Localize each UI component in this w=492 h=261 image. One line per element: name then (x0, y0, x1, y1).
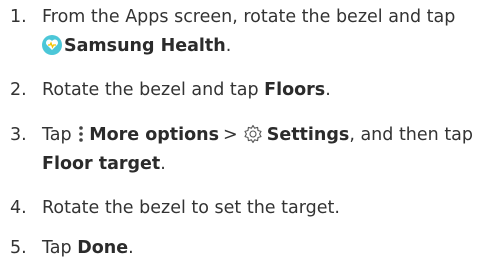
step-text: Tap (42, 238, 78, 258)
step-text: , and then tap (349, 125, 474, 145)
menu-item-name: Settings (266, 125, 350, 145)
step-text: Rotate the bezel to set the target. (42, 198, 340, 218)
step-content: Tap Done. (42, 236, 482, 261)
step-number: 5. (10, 238, 27, 258)
step-content: Rotate the bezel to set the target. (42, 196, 482, 221)
step-text: Tap (42, 125, 78, 145)
step-line-2: Floor target. (42, 152, 482, 177)
samsung-health-app-icon (42, 35, 62, 55)
more-options-icon (79, 126, 84, 142)
menu-item-name: Floors (264, 80, 326, 100)
step-text: . (128, 238, 134, 258)
step-text: Rotate the bezel and tap (42, 80, 265, 100)
menu-item-name: Floor target (42, 154, 161, 174)
step-text: . (160, 154, 166, 174)
step-content: Rotate the bezel and tap Floors. (42, 78, 482, 103)
app-name: Samsung Health (64, 36, 226, 56)
path-separator: > (223, 125, 238, 145)
step-content: Tap More options > Settings, and then tap… (42, 123, 482, 177)
step-number: 1. (10, 7, 27, 27)
step-number: 3. (10, 125, 27, 145)
step-content: From the Apps screen, rotate the bezel a… (42, 5, 482, 59)
instruction-steps: 1. From the Apps screen, rotate the beze… (0, 0, 492, 261)
step-number: 4. (10, 198, 27, 218)
menu-item-name: Done (77, 238, 129, 258)
step-text: From the Apps screen, rotate the bezel a… (42, 7, 456, 27)
menu-item-name: More options (89, 125, 220, 145)
step-line-2: Samsung Health. (42, 34, 482, 59)
step-text: . (225, 36, 232, 56)
step-text: . (325, 80, 331, 100)
settings-gear-icon (244, 124, 262, 144)
step-number: 2. (10, 80, 27, 100)
